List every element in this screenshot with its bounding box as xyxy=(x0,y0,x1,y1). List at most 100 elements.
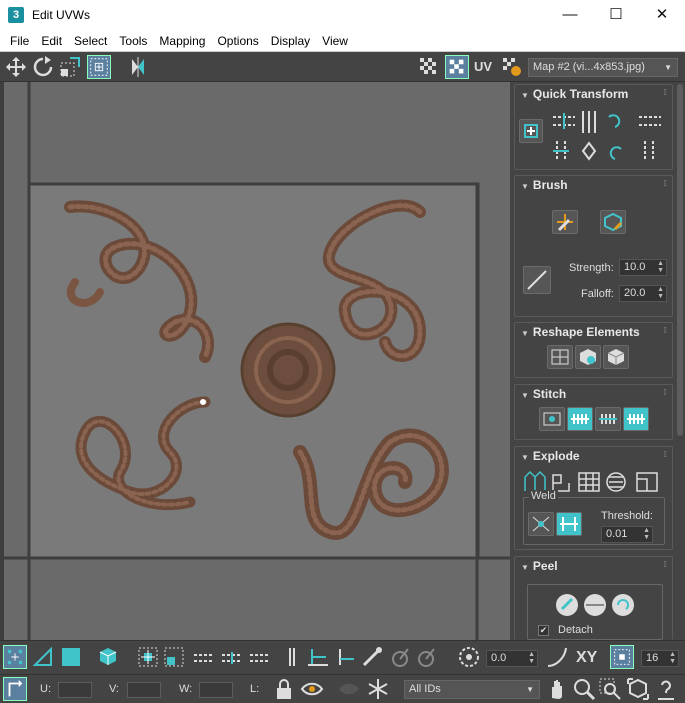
spinner-arrows-icon[interactable]: ▲ ▼ xyxy=(669,651,676,665)
brush-header[interactable]: ▼ Brush xyxy=(515,176,672,194)
falloff-line-icon xyxy=(527,270,547,290)
zoom-icon[interactable] xyxy=(572,677,596,701)
uv-viewport[interactable] xyxy=(0,82,510,640)
element-mode-icon[interactable] xyxy=(96,645,120,669)
strength-label: Strength: xyxy=(569,262,614,274)
peel-header[interactable]: ▼ Peel xyxy=(515,557,672,575)
texture-settings-icon[interactable] xyxy=(500,55,524,79)
stitch-average-button[interactable] xyxy=(595,407,621,431)
falloff-curve-icon[interactable] xyxy=(545,645,569,669)
zoom-region-icon[interactable] xyxy=(598,677,622,701)
stitch-header[interactable]: ▼ Stitch xyxy=(515,385,672,403)
reshape-elements-header[interactable]: ▼ Reshape Elements xyxy=(515,323,672,341)
brush-falloff-button[interactable] xyxy=(523,266,551,294)
move-icon[interactable] xyxy=(4,55,28,79)
show-map-icon[interactable] xyxy=(445,55,469,79)
rotate-icon[interactable] xyxy=(31,55,55,79)
edge-mode-icon[interactable] xyxy=(31,645,55,669)
weld-icon xyxy=(532,516,550,532)
map-dropdown[interactable]: Map #2 (vi...4x853.jpg) ▼ xyxy=(528,58,678,77)
paint-move-button[interactable] xyxy=(552,210,578,234)
brush-shrink-icon[interactable] xyxy=(414,645,438,669)
drag-handle-icon[interactable]: ⁞⁞ xyxy=(664,326,668,335)
relax-button[interactable] xyxy=(603,345,629,369)
help-icon[interactable] xyxy=(654,677,678,701)
scale-icon[interactable] xyxy=(58,55,82,79)
show-icon[interactable] xyxy=(337,677,361,701)
menu-edit[interactable]: Edit xyxy=(35,34,68,48)
menu-view[interactable]: View xyxy=(316,34,354,48)
count-spinner[interactable]: 16 ▲ ▼ xyxy=(641,650,679,667)
detach-checkbox[interactable]: ✔ xyxy=(538,625,549,636)
freeform-mode-icon[interactable] xyxy=(87,55,111,79)
pixel-snap-icon[interactable] xyxy=(610,645,634,669)
polygon-mode-icon[interactable] xyxy=(59,645,83,669)
panel-scrollbar[interactable] xyxy=(677,84,683,436)
vertex-mode-icon[interactable] xyxy=(3,645,27,669)
edge-loop-icon[interactable] xyxy=(306,645,330,669)
menu-select[interactable]: Select xyxy=(68,34,113,48)
stitch-to-target-button[interactable] xyxy=(623,407,649,431)
strength-spinner[interactable]: 10.0 ▲ ▼ xyxy=(619,259,667,276)
spinner-arrows-icon[interactable]: ▲ ▼ xyxy=(657,286,664,300)
mirror-icon[interactable] xyxy=(126,55,150,79)
peel-title: Peel xyxy=(532,559,558,573)
shrink-selection-icon[interactable] xyxy=(162,645,186,669)
weld-all-button[interactable] xyxy=(556,512,582,536)
brush-grow-icon[interactable] xyxy=(388,645,412,669)
w-field[interactable] xyxy=(199,682,233,698)
falloff-spinner[interactable]: 20.0 ▲ ▼ xyxy=(619,285,667,302)
explode-header[interactable]: ▼ Explode xyxy=(515,447,672,465)
paint-select-icon[interactable] xyxy=(360,645,384,669)
xy-toggle[interactable]: XY xyxy=(576,649,597,667)
lock-icon[interactable] xyxy=(272,677,296,701)
drag-handle-icon[interactable]: ⁞⁞ xyxy=(664,388,668,397)
spinner-arrows-icon[interactable]: ▲ ▼ xyxy=(643,527,650,541)
weld-selected-button[interactable] xyxy=(528,512,554,536)
uv-canvas[interactable] xyxy=(0,82,510,640)
loop-ring-icons[interactable] xyxy=(192,651,272,665)
checker-pattern-icon[interactable] xyxy=(417,55,441,79)
uv-axis-label[interactable]: UV xyxy=(474,59,492,74)
spinner-arrows-icon[interactable]: ▲ ▼ xyxy=(657,260,664,274)
absolute-offset-icon[interactable] xyxy=(3,677,27,701)
maximize-button[interactable]: ☐ xyxy=(593,0,639,30)
relax-brush-button[interactable] xyxy=(600,210,626,234)
drag-handle-icon[interactable]: ⁞⁞ xyxy=(664,450,668,459)
menu-options[interactable]: Options xyxy=(211,34,264,48)
menu-file[interactable]: File xyxy=(4,34,35,48)
drag-handle-icon[interactable]: ⁞⁞ xyxy=(664,179,668,188)
menu-mapping[interactable]: Mapping xyxy=(153,34,211,48)
ids-dropdown[interactable]: All IDs ▼ xyxy=(404,680,540,699)
minimize-button[interactable]: — xyxy=(547,0,593,30)
grow-selection-icon[interactable] xyxy=(136,645,160,669)
menu-display[interactable]: Display xyxy=(265,34,316,48)
hide-icon[interactable] xyxy=(300,677,324,701)
soft-selection-icon[interactable] xyxy=(457,645,481,669)
pan-hand-icon[interactable] xyxy=(545,677,569,701)
set-pivot-button[interactable] xyxy=(519,119,543,143)
drag-handle-icon[interactable]: ⁞⁞ xyxy=(664,88,668,97)
relax-until-flat-button[interactable] xyxy=(575,345,601,369)
falloff-distance-spinner[interactable]: 0.0 ▲ ▼ xyxy=(486,650,538,667)
straighten-selection-button[interactable] xyxy=(547,345,573,369)
menu-tools[interactable]: Tools xyxy=(113,34,153,48)
threshold-spinner[interactable]: 0.01 ▲ ▼ xyxy=(601,526,653,543)
close-button[interactable]: ✕ xyxy=(639,0,685,30)
align-tools-icons[interactable] xyxy=(549,109,669,165)
drag-handle-icon[interactable]: ⁞⁞ xyxy=(664,560,668,569)
ids-dropdown-value: All IDs xyxy=(409,683,441,695)
freeze-icon[interactable] xyxy=(366,677,390,701)
edge-ring-icon[interactable] xyxy=(334,645,358,669)
stitch-custom-button[interactable] xyxy=(539,407,565,431)
point-to-point-icon[interactable] xyxy=(280,645,304,669)
quick-transform-header[interactable]: ▼ Quick Transform xyxy=(515,85,672,103)
stitch-to-source-button[interactable] xyxy=(567,407,593,431)
stitch-gear-icon xyxy=(543,412,561,426)
app-logo-icon: 3 xyxy=(8,7,24,23)
peel-tools-icons[interactable] xyxy=(554,591,638,619)
spinner-arrows-icon[interactable]: ▲ ▼ xyxy=(528,651,535,665)
zoom-extents-icon[interactable] xyxy=(626,677,650,701)
v-field[interactable] xyxy=(127,682,161,698)
u-field[interactable] xyxy=(58,682,92,698)
